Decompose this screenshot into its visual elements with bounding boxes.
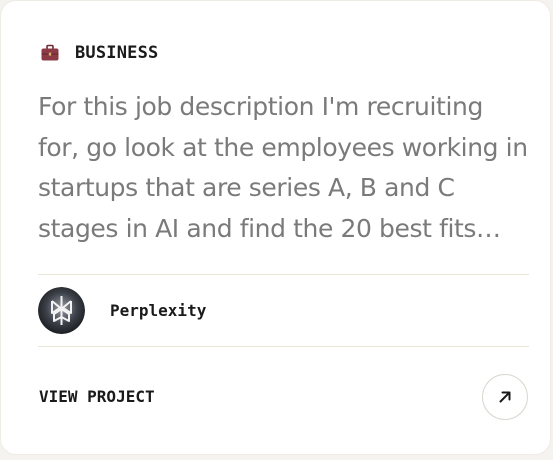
category-label: BUSINESS — [75, 43, 159, 63]
arrow-up-right-icon — [497, 389, 513, 405]
project-description: For this job description I'm recruiting … — [38, 92, 528, 243]
avatar — [38, 287, 85, 334]
divider — [38, 346, 529, 347]
view-project-link[interactable]: VIEW PROJECT — [39, 387, 155, 406]
owner-name: Perplexity — [110, 301, 207, 320]
category-row: BUSINESS — [39, 42, 158, 64]
owner-row: Perplexity — [38, 287, 206, 334]
project-card: BUSINESS For this job description I'm re… — [0, 0, 551, 455]
open-project-button[interactable] — [482, 374, 528, 420]
divider — [38, 274, 529, 275]
briefcase-icon — [39, 42, 61, 64]
